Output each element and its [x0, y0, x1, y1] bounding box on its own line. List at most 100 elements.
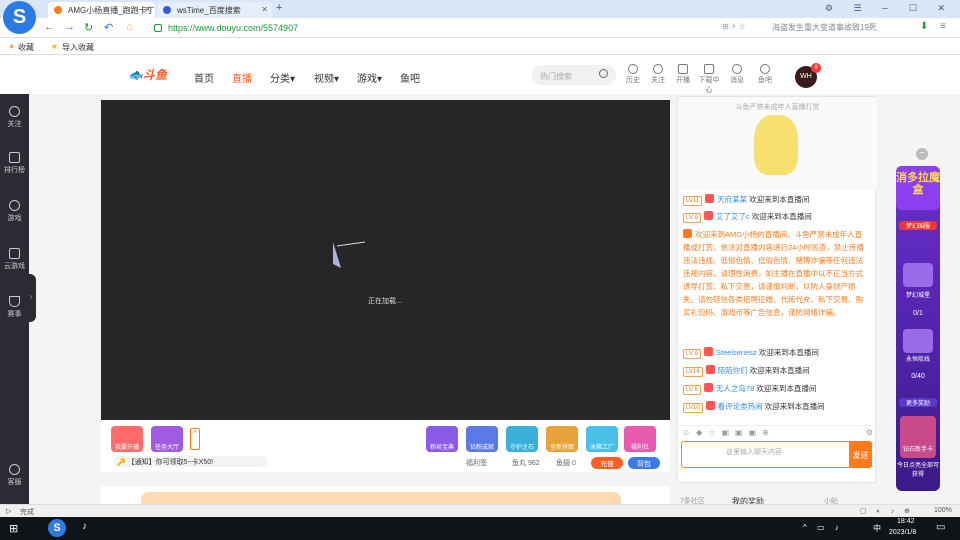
nav-yuba[interactable]: 鱼吧 — [400, 70, 420, 85]
browser-status-bar: ▷ 完成 ▢ ◐ ♪ ⊕ 100% — [0, 504, 960, 517]
banner-text: 斗鱼严禁未成年人直播打赏 — [735, 104, 820, 111]
sidebar-item-service[interactable]: 客服 — [0, 464, 29, 487]
community-tab[interactable]: 7条社区 — [680, 496, 705, 504]
nav-video[interactable]: 视频▾ — [314, 70, 339, 85]
new-tab-icon[interactable]: + — [276, 2, 282, 14]
puzzle-button[interactable]: 全新拼图 — [546, 426, 578, 452]
history-button[interactable]: 历史 — [622, 64, 644, 85]
chat-message: LV14 陌陌你们 欢迎来到本直播间 — [683, 364, 873, 377]
tab-douyu[interactable]: AMG小杨直播_跑跑卡丁 ✕ — [48, 2, 155, 18]
bookmark-bar: ★ 收藏 ■ 导入收藏 — [0, 39, 960, 55]
user-avatar[interactable]: WH 8 — [795, 63, 821, 88]
broadcast-button[interactable]: 开播 — [672, 64, 694, 85]
chat-input[interactable]: 这里输入聊天内容 — [681, 441, 872, 468]
camera-icon — [678, 64, 688, 74]
avatar-text: WH — [800, 73, 812, 80]
chat-message: LV 6 无人之岛78 欢迎来到本直播间 — [683, 382, 873, 395]
tray-icons[interactable]: ^ ▭ ♪ — [803, 523, 843, 532]
windows-start-icon[interactable]: ⊞ — [9, 522, 18, 535]
task-hall-button[interactable]: 任务大厅 — [151, 426, 183, 452]
start-broadcast-button[interactable]: 我要开播 — [111, 426, 143, 452]
cloud-game-icon — [9, 248, 20, 259]
menu-icon[interactable]: ≡ — [940, 21, 946, 32]
site-header: 🐟斗鱼 首页 直播 分类▾ 视频▾ 游戏▾ 鱼吧 热门搜索 历史 关注 开播 下… — [0, 56, 960, 94]
sidebar-item-ranking[interactable]: 排行榜 — [0, 152, 29, 175]
video-player[interactable]: 正在加载... — [101, 100, 670, 420]
castle-icon — [903, 263, 933, 287]
message-button[interactable]: 消息 — [726, 64, 748, 85]
fan-badge-icon — [703, 347, 713, 356]
douyu-favicon-icon — [54, 6, 62, 14]
hot-search-hint[interactable]: 海盗发生重大变道事故致19死 — [772, 22, 877, 33]
undo-icon[interactable]: ↶ — [104, 21, 113, 34]
fridge-factory-button[interactable]: 冰箱工厂 — [586, 426, 618, 452]
send-button[interactable]: 发送 — [849, 441, 872, 468]
search-icon[interactable] — [599, 69, 608, 78]
page-lower-section — [101, 486, 670, 504]
back-icon[interactable]: ← — [44, 21, 55, 33]
search-input[interactable]: 热门搜索 — [532, 65, 616, 85]
douyu-logo[interactable]: 🐟斗鱼 — [128, 66, 174, 85]
refresh-icon[interactable]: ↻ — [84, 21, 93, 34]
promo-panel[interactable]: 消多拉魔盒 梦幻国服 梦幻城堡 0/1 永恒航线 0/40 更多奖励 钻石新手卡… — [896, 166, 940, 491]
tab-baidu[interactable]: wsTime_百度搜索 ✕ — [157, 2, 272, 18]
recharge-button[interactable]: 充值 — [591, 457, 623, 469]
chat-banner: 斗鱼严禁未成年人直播打赏 — [678, 97, 877, 190]
download-icon[interactable]: ⬇ — [920, 21, 928, 32]
settings-icon[interactable]: ⚙ — [866, 428, 873, 437]
close-tab-icon[interactable]: ✕ — [261, 5, 268, 14]
follow-button[interactable]: 关注 — [647, 64, 669, 85]
chat-message: LV 9 Steelseriesz 欢迎来到本直播间 — [683, 346, 873, 359]
expand-up-icon[interactable]: ^ — [190, 428, 200, 450]
backpack-button[interactable]: 背包 — [628, 457, 660, 469]
rewards-tab[interactable]: 我的奖励 — [732, 496, 764, 504]
sidebar-item-follow[interactable]: 关注 — [0, 106, 29, 129]
close-promo-icon[interactable]: − — [916, 148, 928, 160]
notice-bar[interactable]: 🔑 【通知】你可领取5~卡X50! — [113, 456, 268, 467]
more-rewards-link[interactable]: 更多奖励 — [899, 398, 937, 407]
tips-tab[interactable]: 小贴 — [824, 496, 838, 504]
diamond-fan-button[interactable]: 钻粉成就 — [466, 426, 498, 452]
app-taskbar-icon[interactable]: ♪ — [82, 521, 87, 532]
promo-title: 消多拉魔盒 — [896, 166, 940, 210]
forward-icon[interactable]: → — [64, 21, 75, 33]
bell-icon — [732, 64, 742, 74]
clock-time[interactable]: 18:42 — [897, 518, 915, 525]
zoom-level[interactable]: 100% — [934, 507, 952, 514]
nav-live[interactable]: 直播 — [232, 70, 252, 85]
tab-title: wsTime_百度搜索 — [177, 6, 241, 15]
sidebar-expand-icon[interactable]: › — [26, 274, 36, 322]
bookmark-import[interactable]: 导入收藏 — [62, 42, 94, 53]
sidebar-item-cloud-game[interactable]: 云游戏 — [0, 248, 29, 271]
fan-badge-icon — [705, 194, 715, 203]
emoji-gift-icons[interactable]: ☺◆☆▣▣▣⊕ — [682, 428, 775, 437]
fan-guide-button[interactable]: 粉丝宝典 — [426, 426, 458, 452]
browser-taskbar-icon[interactable]: S — [48, 519, 66, 537]
guard-stone-button[interactable]: 守护之石 — [506, 426, 538, 452]
sidebar-item-game[interactable]: 游戏 — [0, 200, 29, 223]
ime-indicator[interactable]: 中 — [873, 523, 881, 534]
bookmark-favorites[interactable]: 收藏 — [18, 42, 34, 53]
browser-logo-icon[interactable]: S — [3, 1, 36, 34]
welfare-button[interactable]: 福利社 — [624, 426, 656, 452]
window-controls[interactable]: ⚙ ☰ ─ ☐ ✕ — [825, 3, 954, 14]
address-bar-row: ← → ↻ ↶ ⌂ https://www.douyu.com/5574907 … — [0, 18, 960, 38]
status-icons[interactable]: ▢ ◐ ♪ ⊕ — [860, 507, 914, 515]
toolbar-icons[interactable]: ⊞ ⚡ ☆ — [722, 22, 746, 31]
trophy-icon — [9, 296, 20, 307]
download-center-button[interactable]: 下载中心 — [698, 64, 720, 95]
nav-home[interactable]: 首页 — [194, 70, 214, 85]
close-tab-icon[interactable]: ✕ — [144, 5, 151, 14]
welfare-sign[interactable]: 福利签 — [466, 458, 487, 468]
url-field[interactable]: https://www.douyu.com/5574907 — [152, 21, 697, 36]
heart-icon — [653, 64, 663, 74]
nav-category[interactable]: 分类▾ — [270, 70, 295, 85]
sidebar-item-events[interactable]: 赛事 — [0, 296, 29, 319]
home-icon[interactable]: ⌂ — [126, 21, 133, 33]
search-placeholder: 热门搜索 — [540, 72, 572, 81]
clock-date[interactable]: 2023/1/8 — [889, 529, 916, 536]
nav-game[interactable]: 游戏▾ — [357, 70, 382, 85]
yuba-button[interactable]: 鱼吧 — [754, 64, 776, 85]
loading-spinner-icon — [333, 241, 366, 268]
notification-icon[interactable]: ▭ — [936, 522, 945, 533]
